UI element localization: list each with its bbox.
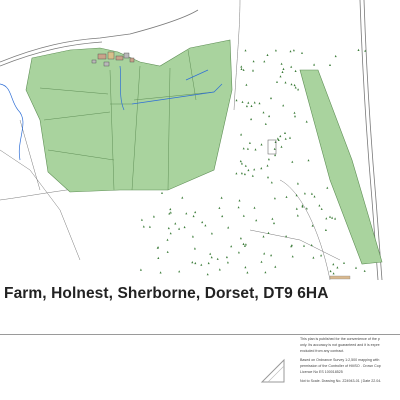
footer-divider (0, 334, 400, 335)
copyright-line: permission of the Controller of HMSO . C… (300, 363, 381, 368)
property-address-title: Farm, Holnest, Sherborne, Dorset, DT9 6H… (4, 285, 329, 302)
disclaimer-line: This plan is published for the convenien… (300, 337, 380, 341)
disclaimer-line: only. Its accuracy is not guaranteed and… (300, 343, 380, 348)
ordnance-survey-map[interactable] (0, 0, 400, 280)
map-disclaimer-notes: This plan is published for the convenien… (300, 337, 400, 385)
copyright-line: Licence No ES 100018525 (300, 369, 343, 374)
land-parcel-main[interactable] (25, 39, 233, 193)
agent-logo-icon (260, 358, 285, 383)
property-map-page: Farm, Holnest, Sherborne, Dorset, DT9 6H… (0, 0, 400, 400)
entrance-marker (329, 275, 351, 280)
copyright-line: Based on Ordnance Survey 1:2,500 mapping… (300, 357, 380, 362)
disclaimer-line: excluded from any contract. (300, 349, 345, 354)
drawing-reference: Not to Scale. Drawing No. Z24943-01 | Da… (300, 378, 382, 383)
